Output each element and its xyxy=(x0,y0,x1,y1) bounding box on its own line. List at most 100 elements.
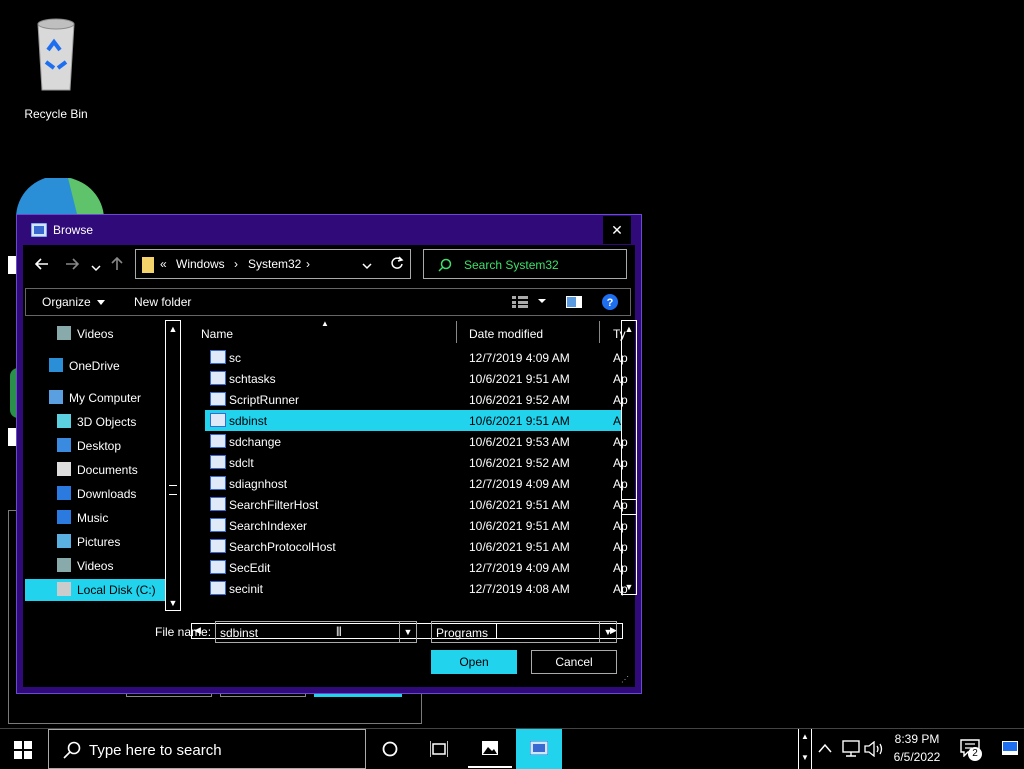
taskbar-app-photos[interactable] xyxy=(468,729,512,768)
scroll-up-arrow[interactable]: ▲ xyxy=(166,322,180,336)
nav-item-label: Pictures xyxy=(77,535,121,549)
cortana-circle-icon xyxy=(382,741,398,757)
file-date: 10/6/2021 9:51 AM xyxy=(469,498,570,512)
cancel-button[interactable]: Cancel xyxy=(531,650,617,674)
chevron-down-icon[interactable]: ▼ xyxy=(799,753,811,762)
edge-icon xyxy=(16,176,104,260)
dialog-title: Browse xyxy=(53,223,94,237)
help-button[interactable]: ? xyxy=(602,294,618,313)
nav-item[interactable]: 3D Objects xyxy=(25,411,165,433)
file-row[interactable]: secinit 12/7/2019 4:08 AM Ap xyxy=(205,578,628,599)
file-date: 12/7/2019 4:08 AM xyxy=(469,582,570,596)
file-row[interactable]: SearchFilterHost 10/6/2021 9:51 AM Ap xyxy=(205,494,628,515)
organize-button[interactable]: Organize xyxy=(42,295,106,309)
sort-ascending-icon: ▲ xyxy=(321,319,329,328)
address-dropdown[interactable] xyxy=(362,259,372,273)
file-name: sdiagnhost xyxy=(229,477,288,491)
file-row[interactable]: ScriptRunner 10/6/2021 9:52 AM Ap xyxy=(205,389,628,410)
taskbar-app-active[interactable] xyxy=(516,729,562,769)
open-button[interactable]: Open xyxy=(431,650,517,674)
resize-grip-icon[interactable]: ⋰ xyxy=(621,675,629,684)
file-row[interactable]: SearchProtocolHost 10/6/2021 9:51 AM Ap xyxy=(205,536,628,557)
scroll-thumb[interactable] xyxy=(622,499,636,515)
nav-item-label: Desktop xyxy=(77,439,122,453)
clock[interactable]: 8:39 PM 6/5/2022 xyxy=(886,732,948,764)
view-options-button[interactable] xyxy=(512,296,546,311)
column-separator[interactable] xyxy=(599,321,600,343)
nav-item[interactable]: OneDrive xyxy=(25,355,165,377)
close-button[interactable]: ✕ xyxy=(603,216,631,244)
refresh-button[interactable] xyxy=(390,256,404,273)
chevron-down-icon[interactable]: ▼ xyxy=(399,622,416,642)
file-row[interactable]: sdclt 10/6/2021 9:52 AM Ap xyxy=(205,452,628,473)
taskbar-search-box[interactable]: Type here to search xyxy=(48,729,366,769)
recycle-bin-icon xyxy=(37,18,75,91)
search-box[interactable]: Search System32 xyxy=(423,249,627,279)
nav-item[interactable]: Music xyxy=(25,507,165,529)
forward-arrow-icon xyxy=(66,258,80,270)
network-button[interactable] xyxy=(842,740,860,761)
file-name: ScriptRunner xyxy=(229,393,300,407)
column-name-header[interactable]: Name xyxy=(201,327,233,349)
scroll-up-arrow[interactable]: ▲ xyxy=(622,322,636,336)
column-separator[interactable] xyxy=(456,321,457,343)
breadcrumb-windows[interactable]: Windows xyxy=(176,257,225,271)
file-row[interactable]: sc 12/7/2019 4:09 AM Ap xyxy=(205,347,628,368)
up-button[interactable] xyxy=(111,256,123,274)
nav-item[interactable]: Local Disk (C:) xyxy=(25,579,165,601)
show-desktop-button[interactable] xyxy=(1002,741,1018,758)
show-desktop-icon xyxy=(1002,741,1018,755)
chevron-up-icon xyxy=(818,743,832,753)
file-date: 10/6/2021 9:51 AM xyxy=(469,519,570,533)
breadcrumb-separator[interactable]: › xyxy=(234,257,238,271)
file-type-select[interactable]: Programs ▼ xyxy=(431,621,617,643)
recent-locations-button[interactable] xyxy=(91,259,101,275)
breadcrumb-system32[interactable]: System32 xyxy=(248,257,301,271)
browse-dialog: Browse ✕ « Windows › System32 › Search S… xyxy=(16,214,642,694)
title-bar[interactable]: Browse ✕ xyxy=(17,215,641,245)
file-row[interactable]: sdbinst 10/6/2021 9:51 AM Ap xyxy=(205,410,628,431)
file-row[interactable]: SearchIndexer 10/6/2021 9:51 AM Ap xyxy=(205,515,628,536)
scroll-down-arrow[interactable]: ▼ xyxy=(622,580,636,594)
scroll-down-arrow[interactable]: ▼ xyxy=(166,596,180,610)
chevron-up-icon[interactable]: ▲ xyxy=(799,732,811,741)
cortana-button[interactable] xyxy=(382,741,398,760)
column-date-header[interactable]: Date modified xyxy=(469,327,543,349)
start-button[interactable] xyxy=(14,741,32,762)
new-folder-button[interactable]: New folder xyxy=(134,295,191,309)
file-row[interactable]: schtasks 10/6/2021 9:51 AM Ap xyxy=(205,368,628,389)
volume-button[interactable] xyxy=(864,740,884,760)
task-view-button[interactable] xyxy=(429,741,449,760)
nav-item-label: Videos xyxy=(77,327,114,341)
nav-item[interactable]: Videos xyxy=(25,323,165,345)
nav-item[interactable]: Documents xyxy=(25,459,165,481)
file-name-combobox[interactable]: sdbinst ▼ xyxy=(215,621,417,643)
recycle-bin[interactable]: Recycle Bin xyxy=(14,10,98,121)
file-row[interactable]: sdiagnhost 12/7/2019 4:09 AM Ap xyxy=(205,473,628,494)
scroll-grip[interactable] xyxy=(169,485,177,495)
address-bar[interactable]: « Windows › System32 › xyxy=(135,249,411,279)
breadcrumb-separator[interactable]: › xyxy=(306,257,310,271)
back-button[interactable] xyxy=(34,257,49,273)
chevron-down-icon[interactable]: ▼ xyxy=(599,622,616,642)
forward-button[interactable] xyxy=(65,257,80,273)
show-hidden-icons-button[interactable] xyxy=(818,742,832,756)
edge-desktop-icon[interactable] xyxy=(8,176,104,260)
nav-item[interactable]: Pictures xyxy=(25,531,165,553)
nav-item[interactable]: My Computer xyxy=(25,387,165,409)
file-name-input[interactable]: sdbinst xyxy=(220,626,258,640)
nav-scrollbar[interactable]: ▲ ▼ xyxy=(165,320,181,611)
tray-scroll-up[interactable]: ▲ ▼ xyxy=(798,729,812,769)
nav-item[interactable]: Downloads xyxy=(25,483,165,505)
taskbar: Type here to search ▲ ▼ 8:39 PM 6/5/2022… xyxy=(0,728,1024,769)
nav-item[interactable]: Desktop xyxy=(25,435,165,457)
preview-pane-button[interactable] xyxy=(566,296,582,311)
file-list-scrollbar[interactable]: ▲ ▼ xyxy=(621,320,637,595)
nav-item[interactable]: Videos xyxy=(25,555,165,577)
file-row[interactable]: SecEdit 12/7/2019 4:09 AM Ap xyxy=(205,557,628,578)
action-center-button[interactable]: 2 xyxy=(960,739,984,761)
address-overflow[interactable]: « xyxy=(160,257,167,271)
nav-item-label: OneDrive xyxy=(69,359,120,373)
nav-item-label: Music xyxy=(77,511,109,525)
file-row[interactable]: sdchange 10/6/2021 9:53 AM Ap xyxy=(205,431,628,452)
